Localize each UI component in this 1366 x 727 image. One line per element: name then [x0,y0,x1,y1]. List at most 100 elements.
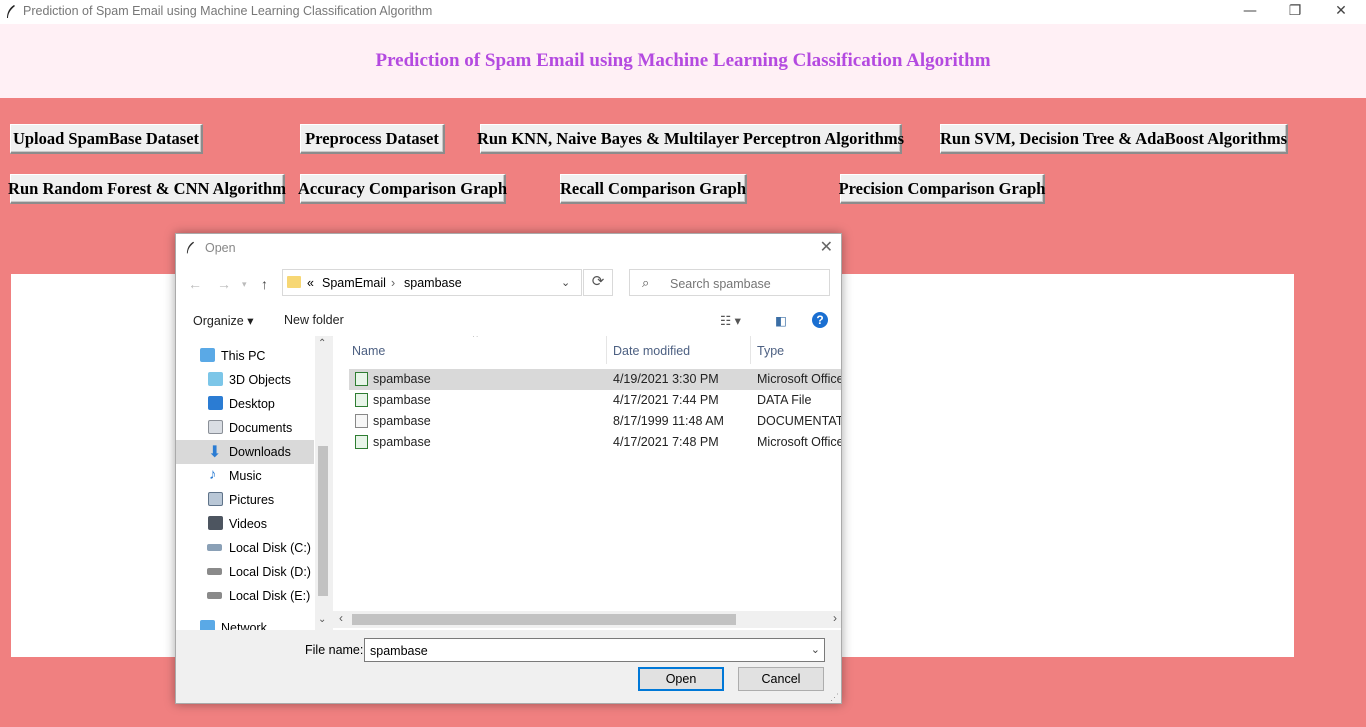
excel-file-icon [355,435,368,449]
nav-item-network[interactable]: Network [176,616,314,630]
app-header: Prediction of Spam Email using Machine L… [0,24,1366,98]
nav-item-3d-objects[interactable]: 3D Objects [176,368,314,392]
column-divider[interactable] [750,336,751,364]
nav-item-videos[interactable]: Videos [176,512,314,536]
upload-dataset-button[interactable]: Upload SpamBase Dataset [10,124,203,154]
nav-pane-scrollbar[interactable]: ⌃ ⌄ [315,336,331,630]
refresh-button[interactable]: ⟳ [583,269,613,296]
nav-item-pictures[interactable]: Pictures [176,488,314,512]
run-knn-nb-mlp-button[interactable]: Run KNN, Naive Bayes & Multilayer Percep… [477,124,904,154]
nav-item-label: Videos [229,517,267,531]
nav-item-documents[interactable]: Documents [176,416,314,440]
window-close-button[interactable]: ✕ [1318,0,1364,24]
open-button[interactable]: Open [638,667,724,691]
nav-item-local-disk-d[interactable]: Local Disk (D:) [176,560,314,584]
file-row[interactable]: spambase 8/17/1999 11:48 AM DOCUMENTATIO [349,411,841,432]
recent-dropdown-icon[interactable]: ▾ [242,279,247,290]
up-arrow-icon[interactable]: ↑ [261,276,268,292]
refresh-icon: ⟳ [591,273,605,290]
restore-button[interactable]: ❐ [1272,0,1318,24]
drive-icon [207,592,222,599]
run-svm-dt-adaboost-button[interactable]: Run SVM, Decision Tree & AdaBoost Algori… [940,124,1288,154]
dialog-toolbar: Organize ▾ New folder ☷ ▾ ◧ ? [176,306,841,337]
window-title-bar: Prediction of Spam Email using Machine L… [0,0,1366,24]
scroll-down-icon[interactable]: ⌄ [318,614,326,625]
back-arrow-icon[interactable]: ← [188,276,202,292]
minimize-button[interactable]: — [1227,0,1273,24]
breadcrumb-spamemail[interactable]: SpamEmail [322,276,386,290]
breadcrumb-spambase[interactable]: spambase [404,276,462,290]
file-type: Microsoft Office [757,372,841,386]
search-icon: ⌕ [642,275,650,290]
nav-item-label: Local Disk (C:) [229,541,311,555]
nav-item-local-disk-c[interactable]: Local Disk (C:) [176,536,314,560]
nav-item-label: This PC [221,349,266,363]
nav-item-label: 3D Objects [229,373,291,387]
window-title: Prediction of Spam Email using Machine L… [23,4,433,18]
file-row[interactable]: spambase 4/17/2021 7:48 PM Microsoft Off… [349,432,841,453]
drive-icon [207,568,222,575]
scrollbar-thumb[interactable] [352,614,736,625]
file-name-label: File name: [305,643,364,657]
feather-icon [7,5,15,18]
forward-arrow-icon[interactable]: → [217,276,231,292]
column-header-name[interactable]: Name [352,336,385,366]
sort-ascending-icon: ^ [473,336,478,343]
column-header-type[interactable]: Type [757,336,784,366]
preprocess-dataset-button[interactable]: Preprocess Dataset [300,124,445,154]
nav-item-label: Local Disk (D:) [229,565,311,579]
feather-icon [186,241,195,254]
help-icon[interactable]: ? [812,312,828,328]
address-chevrons: « [307,276,314,290]
nav-item-label: Desktop [229,397,275,411]
nav-item-downloads[interactable]: ⬇ Downloads [176,440,314,464]
scroll-up-icon[interactable]: ⌃ [318,338,326,349]
desktop-icon [208,396,223,410]
file-list: Name ^ Date modified Type spambase 4/19/… [333,336,841,630]
column-divider[interactable] [606,336,607,364]
music-note-icon: ♪ [209,466,217,483]
new-folder-button[interactable]: New folder [284,313,344,327]
nav-item-label: Pictures [229,493,275,507]
run-rf-cnn-button[interactable]: Run Random Forest & CNN Algorithm [8,174,286,204]
document-file-icon [355,414,368,428]
recall-graph-button[interactable]: Recall Comparison Graph [560,174,747,204]
videos-icon [208,516,223,530]
nav-item-music[interactable]: ♪ Music [176,464,314,488]
address-bar[interactable]: « SpamEmail › spambase ⌄ [282,269,582,296]
breadcrumb-separator-icon: › [391,276,396,290]
file-type: DATA File [757,393,812,407]
view-options-icon[interactable]: ☷ ▾ [720,313,741,328]
open-file-dialog: Open ✕ ← → ▾ ↑ « SpamEmail › spambase ⌄ … [175,233,842,704]
nav-item-local-disk-e[interactable]: Local Disk (E:) [176,584,314,608]
search-input[interactable] [668,273,822,294]
file-name: spambase [373,435,431,449]
file-list-horizontal-scrollbar[interactable]: ‹ › [333,611,841,628]
drive-icon [207,544,222,551]
organize-menu[interactable]: Organize ▾ [193,313,253,328]
file-name-input[interactable] [368,642,802,660]
search-box[interactable]: ⌕ [629,269,830,296]
data-file-icon [355,393,368,407]
nav-item-desktop[interactable]: Desktop [176,392,314,416]
dialog-close-button[interactable]: ✕ [820,237,833,257]
nav-item-label: Local Disk (E:) [229,589,311,603]
file-row[interactable]: spambase 4/17/2021 7:44 PM DATA File [349,390,841,411]
column-header-date[interactable]: Date modified [613,336,690,366]
address-dropdown-icon[interactable]: ⌄ [561,276,570,289]
chevron-down-icon[interactable]: ⌄ [811,643,820,656]
scroll-right-icon[interactable]: › [833,611,837,625]
accuracy-graph-button[interactable]: Accuracy Comparison Graph [298,174,507,204]
file-name-combobox[interactable]: ⌄ [364,638,825,662]
precision-graph-button[interactable]: Precision Comparison Graph [839,174,1045,204]
cancel-button[interactable]: Cancel [738,667,824,691]
nav-item-this-pc[interactable]: This PC [176,344,314,368]
file-type: Microsoft Office [757,435,841,449]
scrollbar-thumb[interactable] [318,446,328,596]
resize-grip-icon[interactable]: ⋰ [830,692,839,703]
file-row[interactable]: spambase 4/19/2021 3:30 PM Microsoft Off… [349,369,841,390]
file-name: spambase [373,393,431,407]
dialog-title: Open [205,241,236,255]
scroll-left-icon[interactable]: ‹ [339,611,343,625]
preview-pane-icon[interactable]: ◧ [775,313,787,328]
